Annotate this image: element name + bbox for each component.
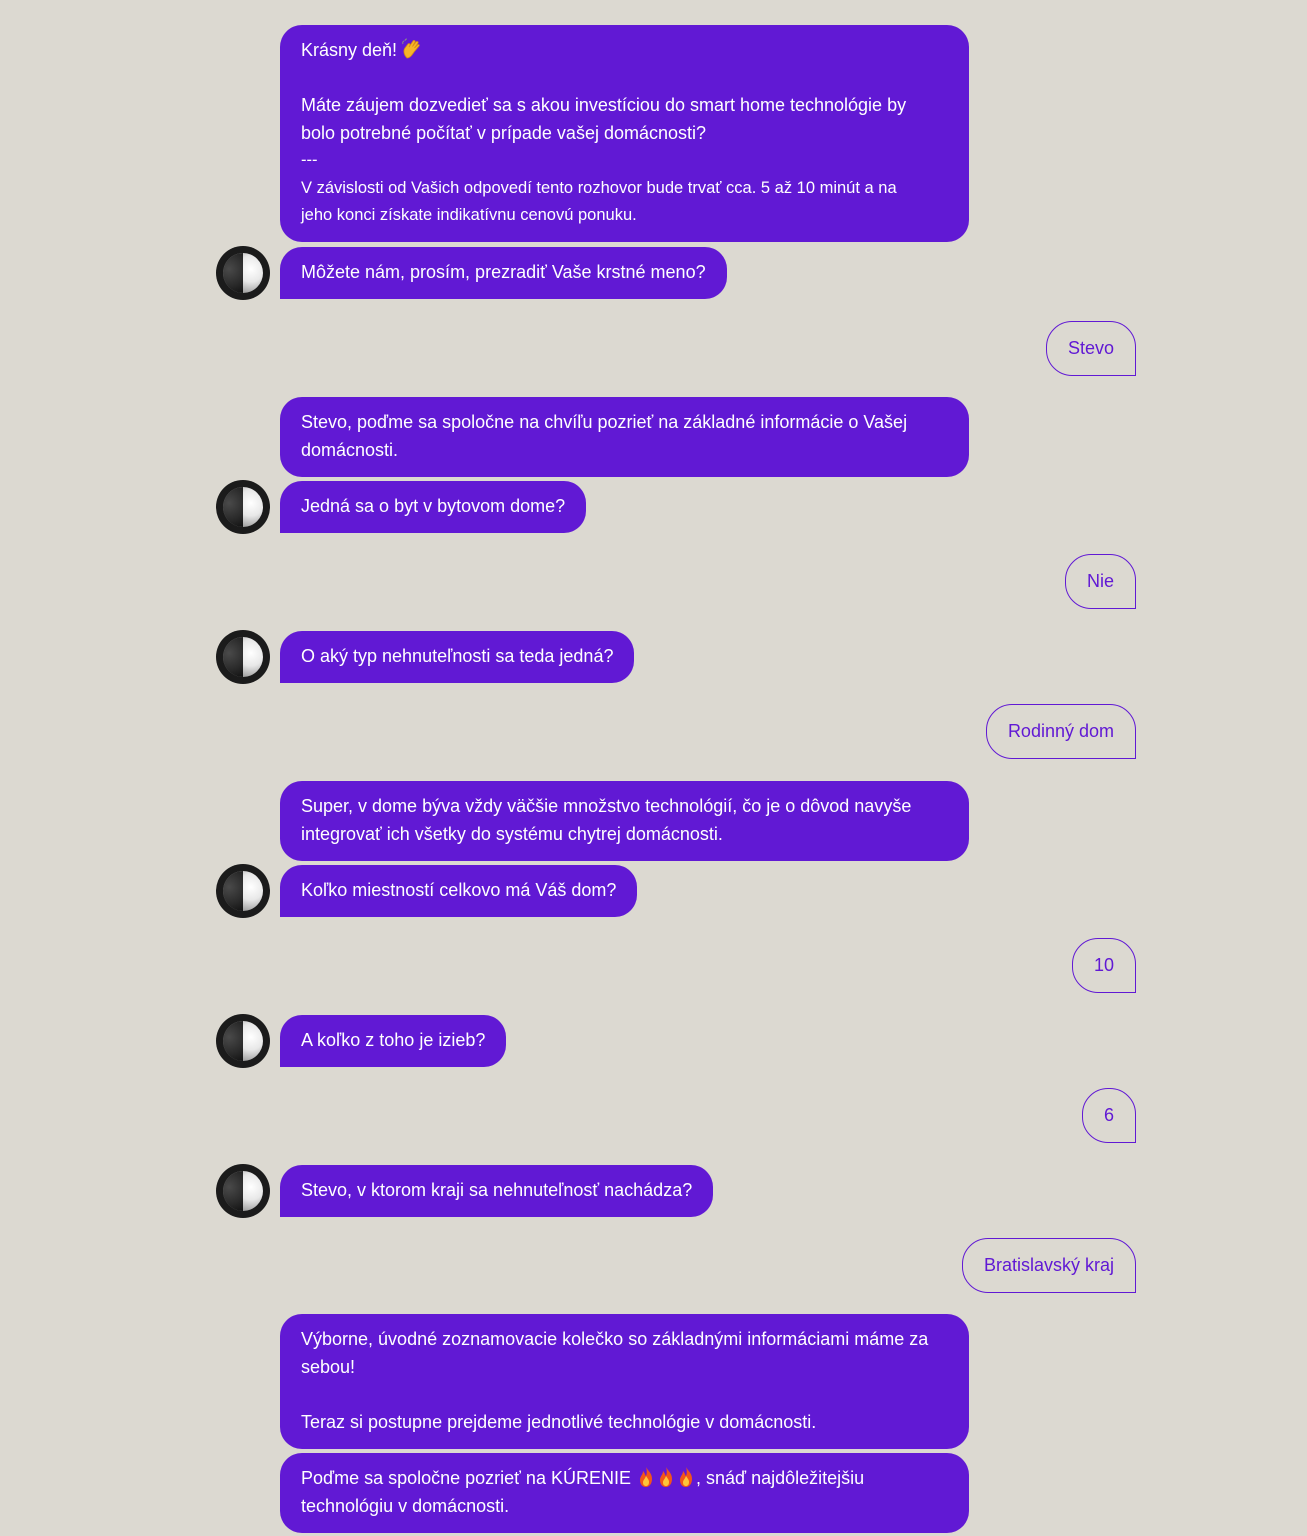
user-reply: 10 — [1071, 938, 1136, 993]
bot-avatar — [216, 630, 270, 684]
bot-message: Stevo, poďme sa spoločne na chvíľu pozri… — [280, 397, 969, 477]
bot-avatar — [216, 1164, 270, 1218]
bot-message-text: Jedná sa o byt v bytovom dome? — [301, 496, 566, 516]
user-reply: Nie — [1064, 554, 1136, 609]
avatar-icon — [223, 637, 263, 677]
bot-message-text: jeho konci získate indikatívnu cenovú po… — [301, 206, 637, 224]
avatar-icon — [223, 1171, 263, 1211]
avatar-icon — [223, 253, 263, 293]
bot-message-text: V závislosti od Vašich odpovedí tento ro… — [301, 178, 897, 197]
bot-message-text: Super, v dome býva vždy väčšie množstvo … — [301, 796, 912, 816]
user-reply-text: Nie — [1086, 571, 1114, 591]
bot-message-text: Máte záujem dozvedieť sa s akou investíc… — [301, 95, 907, 115]
bot-message-text: technológiu v domácnosti. — [301, 1495, 510, 1516]
bot-message: Výborne, úvodné zoznamovacie kolečko so … — [280, 1314, 969, 1449]
chat-transcript: Krásny deň! Máte záujem dozvedieť sa s a… — [0, 0, 1307, 1536]
user-reply: 6 — [1081, 1088, 1136, 1143]
avatar-icon — [223, 871, 263, 911]
bot-message: Poďme sa spoločne pozrieť na KÚRENIE , s… — [280, 1453, 969, 1533]
bot-message: Koľko miestností celkovo má Váš dom? — [280, 865, 638, 917]
bot-message: Môžete nám, prosím, prezradiť Vaše krstn… — [280, 247, 727, 299]
user-reply: Rodinný dom — [985, 704, 1136, 759]
bot-avatar — [216, 1014, 270, 1068]
user-reply: Stevo — [1045, 321, 1136, 376]
bot-message-text: Môžete nám, prosím, prezradiť Vaše krstn… — [301, 262, 706, 282]
bot-avatar — [216, 480, 270, 534]
user-reply-text: Rodinný dom — [1007, 721, 1114, 741]
fire-icon — [639, 1467, 652, 1487]
user-reply: Bratislavský kraj — [961, 1238, 1136, 1293]
user-reply-text: Stevo — [1067, 338, 1114, 358]
bot-message: Jedná sa o byt v bytovom dome? — [280, 481, 587, 533]
fire-icon — [679, 1467, 692, 1487]
bot-message-text: Stevo, poďme sa spoločne na chvíľu pozri… — [301, 412, 908, 432]
bot-avatar — [216, 864, 270, 918]
waving-hand-icon — [402, 38, 420, 59]
user-reply-text: 6 — [1103, 1105, 1114, 1125]
bot-message-text: Teraz si postupne prejdeme jednotlivé te… — [301, 1411, 817, 1432]
bot-message-text: Výborne, úvodné zoznamovacie kolečko so … — [301, 1329, 929, 1349]
bot-message: A koľko z toho je izieb? — [280, 1015, 507, 1067]
bot-message-text: Poďme sa spoločne pozrieť na KÚRENIE — [301, 1468, 631, 1488]
bot-message-text: O aký typ nehnuteľnosti sa teda jedná? — [301, 646, 614, 666]
bot-message: Super, v dome býva vždy väčšie množstvo … — [280, 781, 969, 861]
separator-text: --- — [301, 151, 318, 169]
bot-message-text: domácnosti. — [301, 439, 399, 460]
bot-message-text: integrovať ich všetky do systému chytrej… — [301, 823, 723, 844]
bot-message: Krásny deň! Máte záujem dozvedieť sa s a… — [280, 25, 969, 242]
bot-message-text: Stevo, v ktorom kraji sa nehnuteľnosť na… — [301, 1180, 693, 1200]
bot-message-text: sebou! — [301, 1356, 356, 1377]
bot-message: O aký typ nehnuteľnosti sa teda jedná? — [280, 631, 635, 683]
user-reply-text: Bratislavský kraj — [983, 1255, 1114, 1275]
bot-message-text: A koľko z toho je izieb? — [301, 1030, 486, 1050]
bot-message-text: Krásny deň! — [301, 40, 398, 60]
bot-message-text: bolo potrebné počítať v prípade vašej do… — [301, 122, 707, 143]
bot-message: Stevo, v ktorom kraji sa nehnuteľnosť na… — [280, 1165, 714, 1217]
fire-icon — [659, 1467, 672, 1487]
avatar-icon — [223, 487, 263, 527]
bot-message-text: Koľko miestností celkovo má Váš dom? — [301, 880, 617, 900]
avatar-icon — [223, 1021, 263, 1061]
user-reply-text: 10 — [1093, 955, 1114, 975]
bot-message-text: , snáď najdôležitejšiu — [695, 1468, 865, 1488]
bot-avatar — [216, 246, 270, 300]
